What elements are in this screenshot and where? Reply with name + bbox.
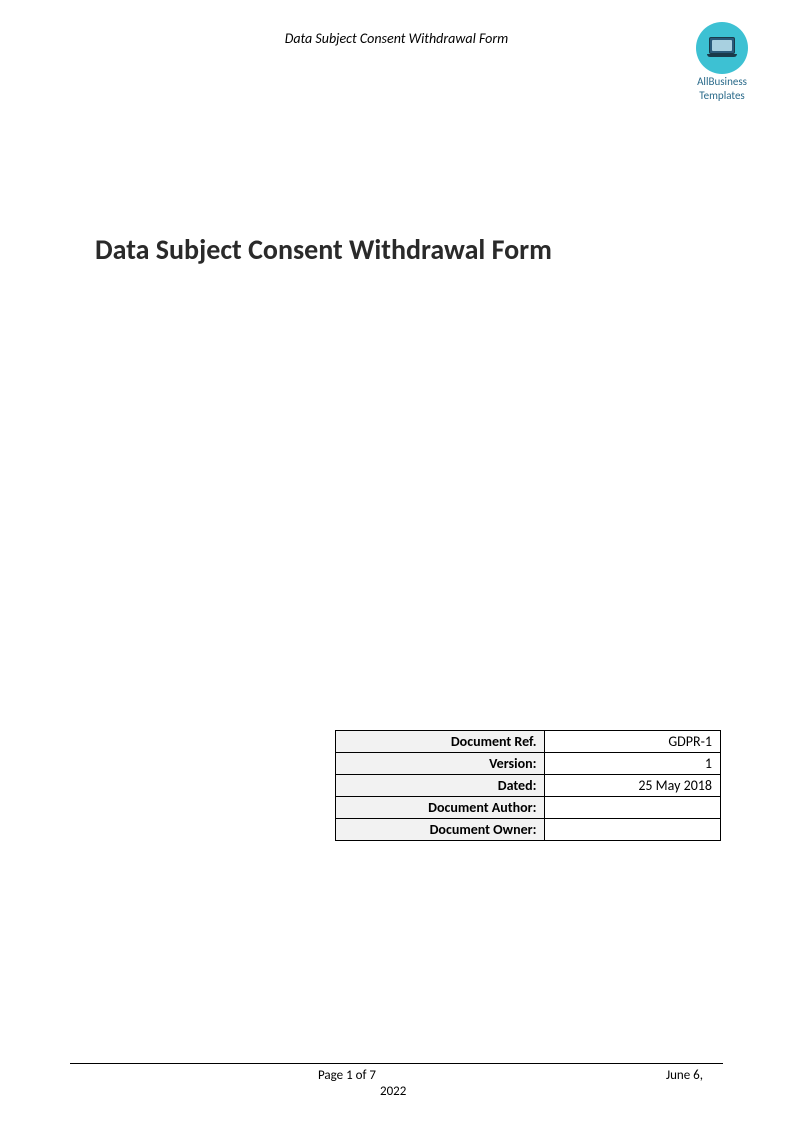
metadata-label: Document Ref. xyxy=(336,731,545,753)
brand-text-line2: Templates xyxy=(696,90,748,102)
document-title: Data Subject Consent Withdrawal Form xyxy=(95,232,723,267)
footer-page-number: Page 1 of 7 xyxy=(318,1068,376,1083)
footer-divider xyxy=(70,1063,723,1064)
table-row: Document Owner: xyxy=(336,819,721,841)
laptop-icon xyxy=(696,22,748,74)
header-title: Data Subject Consent Withdrawal Form xyxy=(70,22,723,47)
metadata-value: GDPR-1 xyxy=(545,731,721,753)
metadata-label: Document Author: xyxy=(336,797,545,819)
brand-logo: AllBusiness Templates xyxy=(696,22,748,102)
metadata-value: 25 May 2018 xyxy=(545,775,721,797)
metadata-table: Document Ref. GDPR-1 Version: 1 Dated: 2… xyxy=(335,730,721,841)
table-row: Version: 1 xyxy=(336,753,721,775)
metadata-value xyxy=(545,819,721,841)
footer-year: 2022 xyxy=(380,1084,406,1099)
table-row: Document Author: xyxy=(336,797,721,819)
metadata-label: Dated: xyxy=(336,775,545,797)
footer-date: June 6, xyxy=(666,1068,703,1083)
table-row: Dated: 25 May 2018 xyxy=(336,775,721,797)
metadata-value: 1 xyxy=(545,753,721,775)
document-page: Data Subject Consent Withdrawal Form All… xyxy=(0,0,793,1122)
document-header: Data Subject Consent Withdrawal Form All… xyxy=(70,22,723,102)
metadata-value xyxy=(545,797,721,819)
document-footer: Page 1 of 7 June 6, 2022 xyxy=(70,1063,723,1100)
metadata-label: Document Owner: xyxy=(336,819,545,841)
brand-text-line1: AllBusiness xyxy=(696,76,748,88)
table-row: Document Ref. GDPR-1 xyxy=(336,731,721,753)
metadata-label: Version: xyxy=(336,753,545,775)
